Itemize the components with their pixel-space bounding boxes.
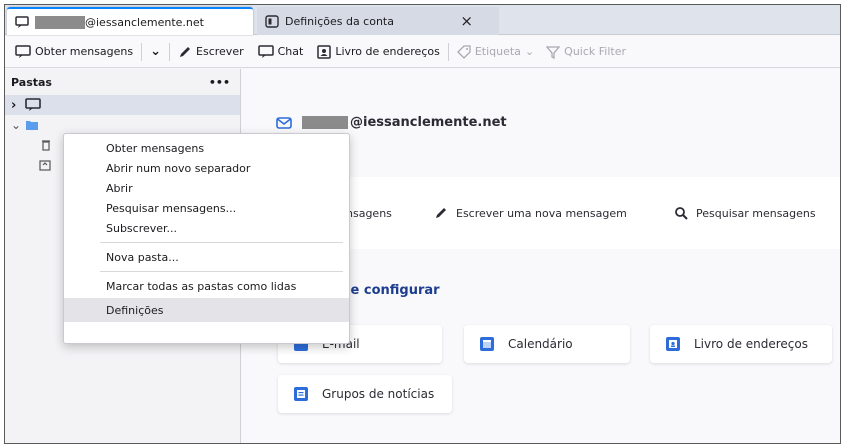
- chevron-down-icon[interactable]: ⌄: [11, 118, 21, 132]
- chat-button[interactable]: Chat: [254, 40, 308, 64]
- menu-item-settings[interactable]: Definições: [64, 298, 349, 322]
- envelope-icon: [276, 116, 292, 129]
- address-book-card-label: Livro de endereços: [694, 337, 808, 351]
- menu-separator: [100, 242, 343, 243]
- tag-icon: [456, 44, 471, 59]
- chat-label: Chat: [277, 45, 304, 58]
- toolbar-separator: [141, 42, 143, 61]
- menu-item-mark-all-read[interactable]: Marcar todas as pastas como lidas: [64, 276, 349, 296]
- folder-pane-title: Pastas: [11, 75, 52, 89]
- address-book-button[interactable]: Livro de endereços: [313, 40, 444, 64]
- outbox-icon: [39, 160, 51, 171]
- tab-label: Definições da conta: [285, 14, 394, 28]
- setup-calendar-card[interactable]: Calendário: [464, 325, 630, 363]
- quick-filter-button[interactable]: Quick Filter: [542, 40, 630, 64]
- redacted-username: [302, 116, 348, 129]
- quick-filter-label: Quick Filter: [564, 45, 626, 58]
- chevron-down-icon: ⌄: [150, 44, 162, 59]
- chevron-right-icon[interactable]: ›: [11, 98, 21, 113]
- search-messages-label: Pesquisar mensagens: [696, 206, 816, 220]
- mail-toolbar: Obter mensagens ⌄ Escrever Chat Livro de…: [5, 36, 840, 68]
- read-messages-label: nsagens: [346, 206, 392, 220]
- get-messages-icon: [15, 44, 31, 58]
- folder-context-menu: Obter mensagens Abrir num novo separador…: [63, 133, 350, 344]
- newsgroups-icon: [294, 387, 308, 401]
- newsgroups-card-label: Grupos de notícias: [322, 387, 435, 401]
- menu-item-new-folder[interactable]: Nova pasta...: [64, 247, 349, 267]
- tab-bar: @iessanclemente.net Definições da conta …: [5, 5, 840, 35]
- tab-mail-account[interactable]: @iessanclemente.net: [7, 7, 253, 35]
- calendar-icon: [480, 337, 494, 351]
- pencil-icon: [180, 46, 191, 57]
- address-book-label: Livro de endereços: [335, 45, 440, 58]
- account-icon: [25, 98, 41, 111]
- write-button[interactable]: Escrever: [174, 40, 248, 64]
- trash-icon: [42, 140, 50, 151]
- write-message-label: Escrever uma nova mensagem: [456, 206, 627, 220]
- menu-item-search-messages[interactable]: Pesquisar mensagens...: [64, 198, 349, 218]
- search-messages-action[interactable]: Pesquisar mensagens: [674, 206, 816, 220]
- address-book-icon: [317, 44, 332, 59]
- pencil-icon: [436, 208, 446, 218]
- folder-row-account[interactable]: ›: [5, 95, 240, 115]
- close-tab-icon[interactable]: ×: [460, 12, 473, 30]
- menu-item-open[interactable]: Abrir: [64, 178, 349, 198]
- chat-icon: [257, 44, 274, 58]
- account-email: @iessanclemente.net: [350, 115, 507, 130]
- tab-label: @iessanclemente.net: [85, 15, 204, 29]
- redacted-username: [35, 15, 85, 29]
- chevron-down-icon: ⌄: [524, 45, 535, 58]
- read-messages-action[interactable]: nsagens: [346, 207, 392, 220]
- settings-page-icon: [265, 14, 279, 28]
- setup-newsgroups-card[interactable]: Grupos de notícias: [278, 375, 452, 413]
- toolbar-separator: [447, 42, 449, 61]
- address-book-icon: [666, 337, 680, 351]
- write-label: Escrever: [196, 45, 244, 58]
- thunderbird-window: @iessanclemente.net Definições da conta …: [4, 4, 841, 444]
- mail-account-icon: [15, 15, 29, 29]
- menu-separator: [100, 271, 343, 272]
- more-options-icon[interactable]: •••: [209, 76, 230, 89]
- menu-item-get-messages[interactable]: Obter mensagens: [64, 138, 349, 158]
- get-messages-dropdown[interactable]: ⌄: [146, 40, 165, 64]
- get-messages-button[interactable]: Obter mensagens: [11, 40, 137, 64]
- tag-button[interactable]: Etiqueta ⌄: [453, 40, 538, 64]
- menu-item-open-new-tab[interactable]: Abrir num novo separador: [64, 158, 349, 178]
- folder-icon: [26, 121, 38, 130]
- menu-item-subscribe[interactable]: Subscrever...: [64, 218, 349, 238]
- account-heading: @iessanclemente.net: [276, 115, 507, 130]
- tag-label: Etiqueta: [474, 45, 521, 58]
- calendar-card-label: Calendário: [508, 337, 573, 351]
- toolbar-separator: [169, 42, 171, 61]
- write-message-action[interactable]: Escrever uma nova mensagem: [434, 206, 627, 220]
- folder-pane-header: Pastas •••: [5, 69, 240, 95]
- tab-account-settings[interactable]: Definições da conta ×: [257, 7, 499, 35]
- search-icon: [675, 207, 688, 220]
- setup-address-book-card[interactable]: Livro de endereços: [650, 325, 832, 363]
- folder-row-local[interactable]: ⌄: [5, 115, 240, 135]
- get-messages-label: Obter mensagens: [35, 45, 134, 58]
- filter-icon: [546, 45, 561, 59]
